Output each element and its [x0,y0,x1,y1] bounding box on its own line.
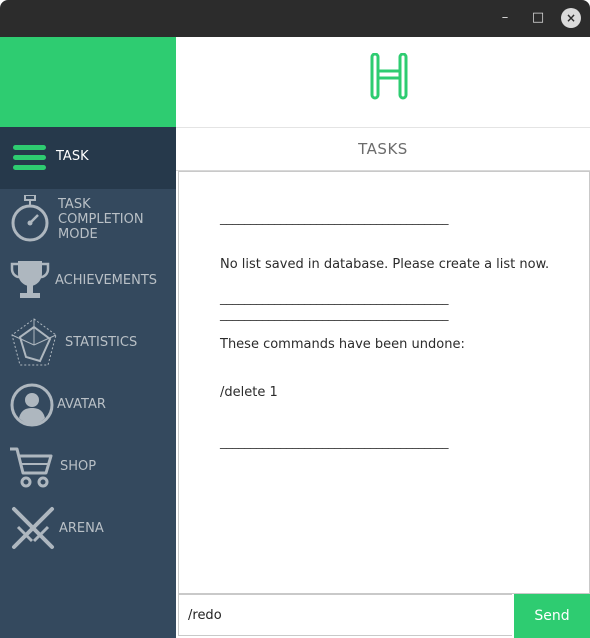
crossed-swords-icon [12,507,54,549]
sidebar: TASK TASK COMPLETION MODE ACHIEVEMENTS S… [0,37,176,638]
sidebar-item-label: AVATAR [57,397,106,412]
radar-chart-icon [11,318,57,366]
command-output-area[interactable]: ______________________________________ N… [178,171,590,594]
command-input[interactable] [178,594,512,636]
stopwatch-icon [11,195,49,242]
send-button[interactable]: Send [514,594,590,638]
maximize-button[interactable]: □ [528,8,548,28]
window-titlebar: – □ × [0,0,590,37]
output-block-undone: ______________________________________ T… [220,260,465,481]
cart-icon [10,447,53,488]
sidebar-logo-band [0,37,176,127]
user-avatar-icon [10,383,54,427]
output-divider: ______________________________________ [220,435,448,450]
app-logo-icon [370,53,408,100]
sidebar-item-task[interactable]: TASK [0,127,176,189]
output-divider: ______________________________________ [220,211,449,226]
sidebar-item-label: TASK [56,149,89,164]
sidebar-item-label: SHOP [60,459,97,474]
page-title: TASKS [358,140,408,158]
sidebar-item-statistics[interactable]: STATISTICS [0,313,176,375]
output-message: These commands have been undone: [220,337,465,352]
tasks-header: TASKS [176,128,590,171]
trophy-icon [10,261,50,298]
menu-icon [13,145,46,170]
sidebar-item-achievements[interactable]: ACHIEVEMENTS [0,251,176,313]
main-panel: TASKS __________________________________… [176,37,590,638]
sidebar-item-label: ACHIEVEMENTS [55,273,158,288]
sidebar-item-avatar[interactable]: AVATAR [0,375,176,437]
output-message: /delete 1 [220,385,278,400]
output-divider: ______________________________________ [220,291,448,306]
command-row: Send [176,594,590,638]
sidebar-item-label: ARENA [59,521,104,536]
close-button[interactable]: × [561,8,581,28]
sidebar-item-shop[interactable]: SHOP [0,437,176,499]
sidebar-item-label: STATISTICS [65,335,138,350]
sidebar-item-label: TASK COMPLETION MODE [58,197,144,242]
sidebar-item-arena[interactable]: ARENA [0,499,176,561]
brand-header [176,37,590,128]
sidebar-item-task-completion-mode[interactable]: TASK COMPLETION MODE [0,189,176,251]
minimize-button[interactable]: – [495,8,515,28]
